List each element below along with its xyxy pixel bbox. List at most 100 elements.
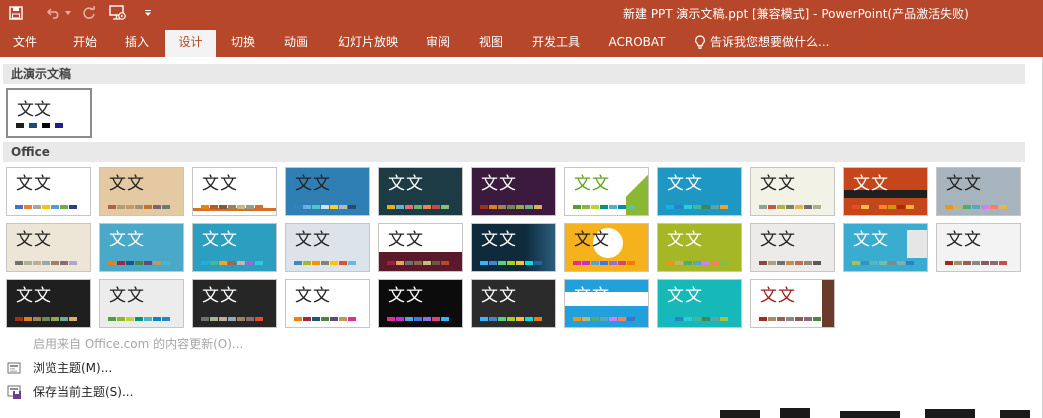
tab-slideshow[interactable]: 幻灯片放映: [327, 30, 409, 57]
color-swatch: [69, 205, 77, 209]
theme-thumbnail[interactable]: 文文: [192, 279, 277, 328]
theme-thumbnail[interactable]: 文文: [657, 167, 742, 216]
tab-animations[interactable]: 动画: [272, 30, 320, 57]
current-theme-thumbnail[interactable]: 文文: [6, 88, 92, 138]
theme-thumbnail[interactable]: 文文: [657, 223, 742, 272]
theme-thumbnail[interactable]: 文文: [6, 279, 91, 328]
color-swatch: [135, 261, 143, 265]
color-swatch: [480, 261, 488, 265]
theme-thumbnail[interactable]: 文文: [564, 279, 649, 328]
color-swatch: [60, 205, 68, 209]
theme-thumbnail[interactable]: 文文: [936, 167, 1021, 216]
color-swatch: [294, 261, 302, 265]
theme-thumbnail[interactable]: 文文: [471, 223, 556, 272]
color-swatch: [525, 205, 533, 209]
theme-decoration: [907, 230, 927, 258]
save-icon[interactable]: [6, 3, 26, 23]
theme-thumbnail[interactable]: 文文: [99, 167, 184, 216]
save-current-theme-menu-item[interactable]: 保存当前主题(S)...: [0, 381, 300, 403]
tell-me-search[interactable]: 告诉我您想要做什么...: [694, 30, 829, 54]
color-swatch: [489, 261, 497, 265]
color-swatch: [237, 317, 245, 321]
tab-view[interactable]: 视图: [467, 30, 515, 57]
color-swatch: [759, 317, 767, 321]
color-swatch: [432, 205, 440, 209]
theme-thumbnail[interactable]: 文文: [99, 223, 184, 272]
color-swatch: [312, 317, 320, 321]
tab-developer[interactable]: 开发工具: [523, 30, 589, 57]
theme-thumbnail[interactable]: 文文: [192, 167, 277, 216]
theme-color-swatches: [759, 317, 821, 321]
theme-thumbnail[interactable]: 文文: [378, 279, 463, 328]
theme-thumbnail[interactable]: 文文: [657, 279, 742, 328]
color-swatch: [201, 317, 209, 321]
undo-icon[interactable]: [44, 3, 64, 23]
theme-color-swatches: [201, 261, 263, 265]
theme-thumbnail[interactable]: 文文: [750, 223, 835, 272]
browse-themes-menu-item[interactable]: 浏览主题(M)...: [0, 357, 300, 379]
theme-thumbnail[interactable]: 文文: [471, 279, 556, 328]
theme-color-swatches: [201, 205, 263, 209]
theme-thumbnail[interactable]: 文文: [378, 223, 463, 272]
color-swatch: [618, 261, 626, 265]
color-swatch: [24, 205, 32, 209]
theme-thumbnail[interactable]: 文文: [750, 279, 835, 328]
theme-thumbnail[interactable]: 文文: [843, 223, 928, 272]
enable-office-updates-link: 启用来自 Office.com 的内容更新(O)...: [0, 333, 300, 355]
lightbulb-icon: [695, 35, 705, 49]
theme-thumbnail[interactable]: 文文: [936, 223, 1021, 272]
theme-thumbnail[interactable]: 文文: [285, 223, 370, 272]
color-swatch: [684, 205, 692, 209]
theme-thumbnail[interactable]: 文文: [6, 167, 91, 216]
color-swatch: [15, 205, 23, 209]
tab-transitions[interactable]: 切换: [219, 30, 267, 57]
color-swatch: [516, 205, 524, 209]
color-swatch: [396, 261, 404, 265]
theme-thumbnail[interactable]: 文文: [99, 279, 184, 328]
theme-color-swatches: [294, 317, 356, 321]
browse-folder-icon: [7, 362, 21, 374]
color-swatch: [573, 317, 581, 321]
color-swatch: [498, 205, 506, 209]
theme-color-swatches: [294, 205, 356, 209]
theme-thumbnail[interactable]: 文文: [285, 167, 370, 216]
customize-dropdown-icon[interactable]: [138, 3, 158, 23]
tab-home[interactable]: 开始: [59, 30, 111, 57]
tab-insert[interactable]: 插入: [112, 30, 162, 57]
tab-review[interactable]: 审阅: [414, 30, 462, 57]
tab-file[interactable]: 文件: [0, 30, 50, 57]
section-header-this-presentation: 此演示文稿: [3, 64, 1025, 84]
theme-sample-text: 文文: [388, 174, 424, 194]
theme-color-swatches: [294, 261, 356, 265]
color-swatch: [423, 205, 431, 209]
theme-thumbnail[interactable]: 文文: [843, 167, 928, 216]
theme-thumbnail[interactable]: 文文: [471, 167, 556, 216]
color-swatch: [55, 123, 63, 128]
color-swatch: [618, 205, 626, 209]
color-swatch: [480, 205, 488, 209]
undo-dropdown-icon[interactable]: [63, 3, 73, 23]
theme-thumbnail[interactable]: 文文: [285, 279, 370, 328]
color-swatch: [144, 317, 152, 321]
theme-sample-text: 文文: [853, 230, 889, 250]
color-swatch: [303, 317, 311, 321]
theme-thumbnail[interactable]: 文文: [378, 167, 463, 216]
theme-sample-text: 文文: [295, 286, 331, 306]
theme-thumbnail[interactable]: 文文: [564, 167, 649, 216]
color-swatch: [693, 261, 701, 265]
color-swatch: [237, 205, 245, 209]
color-swatch: [405, 317, 413, 321]
color-swatch: [432, 317, 440, 321]
theme-thumbnail[interactable]: 文文: [564, 223, 649, 272]
color-swatch: [294, 205, 302, 209]
tab-design[interactable]: 设计: [165, 30, 216, 57]
theme-thumbnail[interactable]: 文文: [192, 223, 277, 272]
color-swatch: [117, 261, 125, 265]
theme-color-swatches: [387, 261, 449, 265]
theme-thumbnail[interactable]: 文文: [750, 167, 835, 216]
tab-acrobat[interactable]: ACROBAT: [598, 30, 676, 57]
color-swatch: [210, 261, 218, 265]
redo-icon[interactable]: [79, 3, 99, 23]
theme-thumbnail[interactable]: 文文: [6, 223, 91, 272]
slideshow-from-start-icon[interactable]: [108, 3, 128, 23]
